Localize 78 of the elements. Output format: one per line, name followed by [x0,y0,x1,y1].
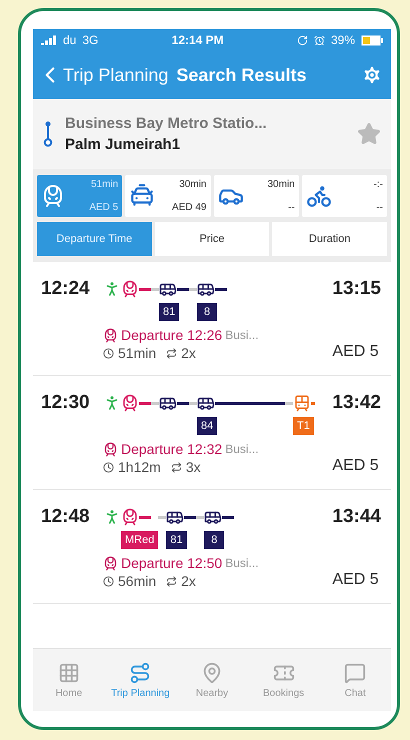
route-endpoints-icon [43,121,53,147]
battery-icon [361,34,383,46]
line-badge: 8 [197,303,217,321]
departure-text: Departure 12:32 [121,441,222,457]
trip-price: AED 5 [332,343,380,361]
tab-item[interactable]: Trip Planning [104,649,176,711]
line-badge: MRed [121,531,158,549]
trip-price: AED 5 [332,457,380,475]
mode-option[interactable]: 30min AED 49 [125,175,210,217]
alarm-icon [314,34,325,46]
mode-option[interactable]: -:- -- [302,175,387,217]
station-text: Busi... [225,328,259,342]
departure-time: 12:24 [41,278,91,301]
transfer-icon [170,462,182,472]
clock-time: 12:14 PM [170,33,225,47]
sort-tab[interactable]: Departure Time [37,222,152,256]
rotation-lock-icon [296,34,308,46]
mode-price: AED 49 [172,202,206,213]
mode-duration: 30min [179,179,206,190]
arrival-time: 13:42 [332,392,381,415]
carrier-name: du [63,33,76,47]
metro-icon [103,328,118,342]
mode-price: -- [376,202,383,213]
trip-duration: 56min [118,573,156,589]
origin-text: Business Bay Metro Statio... [65,115,268,132]
mode-price: AED 5 [89,202,118,213]
transfer-icon [166,576,178,586]
arrival-time: 13:44 [332,506,381,529]
trip-duration: 1h12m [118,459,161,475]
back-link[interactable]: Trip Planning [37,62,168,88]
battery-percent: 39% [330,33,355,47]
route-icon [129,662,152,684]
grid-icon [58,662,80,684]
arrival-time: 13:15 [332,278,381,301]
tab-item[interactable]: Chat [319,649,391,711]
departure-time: 12:48 [41,506,91,529]
signal-icon [41,35,57,45]
clock-icon [103,348,114,358]
metro-icon [121,508,139,526]
destination-text: Palm Jumeirah1 [65,136,182,153]
line-badge: 81 [159,303,180,321]
line-badge: 8 [204,531,224,549]
metro-icon [103,442,118,456]
mode-duration: -:- [374,179,383,190]
transfer-icon [166,348,178,358]
transfer-count: 3x [186,459,201,475]
tram-icon [293,394,311,412]
departure-text: Departure 12:50 [121,555,222,571]
mode-duration: 51min [91,179,118,190]
chat-icon [344,662,366,684]
mode-price: -- [288,202,295,213]
metro-icon [121,280,139,298]
departure-text: Departure 12:26 [121,327,222,343]
tab-item[interactable]: Home [33,649,105,711]
station-text: Busi... [225,556,259,570]
trip-duration: 51min [118,345,156,361]
network-type: 3G [82,33,98,47]
line-badge: 81 [166,531,187,549]
tab-item[interactable]: Bookings [248,649,320,711]
station-text: Busi... [225,442,259,456]
departure-time: 12:30 [41,392,91,415]
star-icon[interactable] [357,122,381,146]
mode-duration: 30min [268,179,295,190]
sort-tab[interactable]: Price [154,222,270,256]
tab-item[interactable]: Nearby [176,649,248,711]
line-badge: 84 [197,417,218,435]
metro-icon [103,556,118,570]
sort-tab[interactable]: Duration [272,222,388,256]
clock-icon [103,462,114,472]
mode-option[interactable]: 51min AED 5 [37,175,122,217]
metro-icon [121,394,139,412]
transfer-count: 2x [181,345,196,361]
clock-icon [103,576,114,586]
mode-option[interactable]: 30min -- [214,175,299,217]
line-badge: T1 [293,417,314,435]
trip-price: AED 5 [332,571,380,589]
screen-title: Search Results [176,64,308,86]
transfer-count: 2x [181,573,196,589]
